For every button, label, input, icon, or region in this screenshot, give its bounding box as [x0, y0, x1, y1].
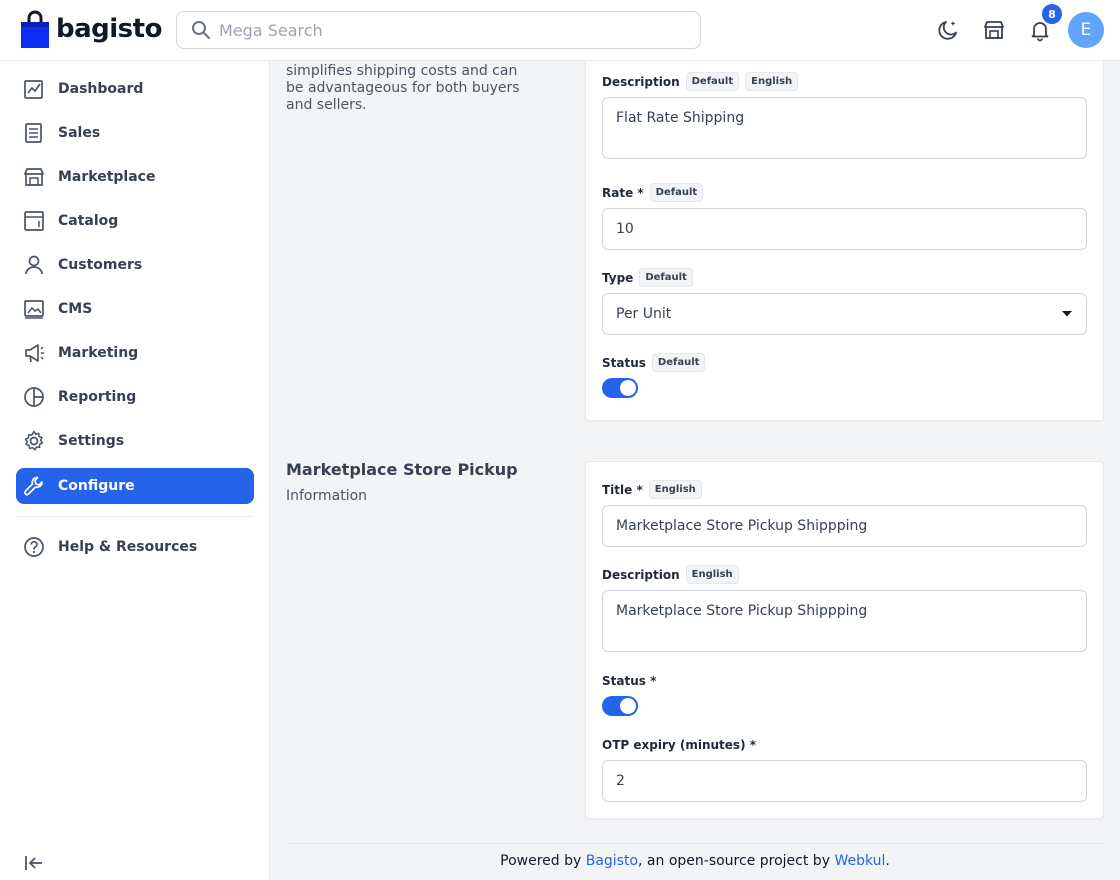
english-tag: English	[648, 480, 702, 499]
otp-expiry-input[interactable]: 2	[602, 760, 1087, 802]
sidebar-item-configure[interactable]: Configure	[16, 468, 254, 504]
sidebar-item-help[interactable]: Help & Resources	[16, 529, 254, 565]
sidebar-item-label: Catalog	[58, 213, 119, 229]
sidebar-item-label: Dashboard	[58, 81, 144, 97]
sidebar-item-marketplace[interactable]: Marketplace	[16, 159, 254, 195]
rate-input[interactable]: 10	[602, 208, 1087, 250]
notification-count-badge: 8	[1042, 4, 1062, 24]
user-avatar[interactable]: E	[1068, 12, 1104, 48]
dashboard-icon	[22, 77, 46, 101]
sidebar-item-sales[interactable]: Sales	[16, 115, 254, 151]
footer: Powered by Bagisto, an open-source proje…	[286, 853, 1104, 869]
description-label-text: Description	[602, 74, 680, 89]
user-icon	[22, 253, 46, 277]
description-label-text: Description	[602, 567, 680, 582]
english-tag: English	[685, 565, 739, 584]
storefront-icon[interactable]	[982, 18, 1006, 42]
otp-expiry-label: OTP expiry (minutes) *	[602, 738, 756, 752]
collapse-sidebar-icon[interactable]	[22, 851, 46, 875]
toggle-knob	[620, 380, 636, 396]
type-select-value: Per Unit	[616, 306, 672, 322]
sales-icon	[22, 121, 46, 145]
sidebar-item-label: Configure	[58, 478, 135, 494]
sidebar-item-label: CMS	[58, 301, 93, 317]
megaphone-icon	[22, 341, 46, 365]
top-header: bagisto 8 E	[0, 0, 1120, 61]
title-label: Title * English	[602, 480, 702, 499]
rate-label: Rate * Default	[602, 183, 704, 202]
sidebar-item-label: Customers	[58, 257, 143, 273]
store-icon	[22, 165, 46, 189]
store-pickup-status-toggle[interactable]	[602, 696, 638, 716]
toggle-knob	[620, 698, 636, 714]
status-label: Status *	[602, 674, 656, 688]
default-tag: Default	[649, 183, 704, 202]
dark-mode-icon[interactable]	[936, 18, 960, 42]
search-input[interactable]	[219, 20, 679, 40]
search-icon	[192, 21, 210, 39]
bagisto-logo[interactable]: bagisto	[20, 10, 162, 48]
mega-search-box[interactable]	[176, 11, 701, 49]
store-pickup-section-subtitle: Information	[286, 488, 368, 504]
sidebar: Dashboard Sales Marketplace Catalog Cust…	[0, 61, 270, 880]
type-select[interactable]: Per Unit	[602, 293, 1087, 335]
default-tag: Default	[685, 72, 740, 91]
logo-text: bagisto	[56, 14, 162, 44]
status-label: Status Default	[602, 353, 706, 372]
webkul-link[interactable]: Webkul	[834, 853, 885, 869]
status-label-text: Status	[602, 355, 646, 370]
flat-rate-description-textarea[interactable]: Flat Rate Shipping	[602, 97, 1087, 159]
footer-prefix: Powered by	[500, 853, 586, 869]
default-tag: Default	[639, 268, 693, 287]
help-icon	[22, 535, 46, 559]
shopping-bag-icon	[20, 10, 50, 48]
sidebar-item-customers[interactable]: Customers	[16, 247, 254, 283]
description-label: Description Default English	[602, 72, 799, 91]
pie-chart-icon	[22, 385, 46, 409]
sidebar-divider	[16, 516, 254, 517]
sidebar-item-label: Settings	[58, 433, 125, 449]
sidebar-item-settings[interactable]: Settings	[16, 423, 254, 459]
sidebar-item-dashboard[interactable]: Dashboard	[16, 71, 254, 107]
sidebar-item-label: Marketplace	[58, 169, 156, 185]
sidebar-item-label: Marketing	[58, 345, 139, 361]
gear-icon	[22, 429, 46, 453]
wrench-icon	[22, 474, 46, 498]
type-label: Type Default	[602, 268, 693, 287]
flat-rate-status-toggle[interactable]	[602, 378, 638, 398]
description-label: Description English	[602, 565, 739, 584]
default-tag: Default	[651, 353, 706, 372]
type-label-text: Type	[602, 270, 634, 285]
bagisto-link[interactable]: Bagisto	[586, 853, 638, 869]
cms-icon	[22, 297, 46, 321]
store-pickup-section-title: Marketplace Store Pickup	[286, 460, 518, 479]
sidebar-item-reporting[interactable]: Reporting	[16, 379, 254, 415]
store-pickup-title-input[interactable]: Marketplace Store Pickup Shippping	[602, 505, 1087, 547]
catalog-icon	[22, 209, 46, 233]
footer-middle: , an open-source project by	[638, 853, 835, 869]
footer-divider	[286, 843, 1104, 844]
status-label-text: Status *	[602, 674, 657, 688]
sidebar-item-label: Reporting	[58, 389, 137, 405]
title-label-text: Title *	[602, 482, 643, 497]
store-pickup-description-textarea[interactable]: Marketplace Store Pickup Shippping	[602, 590, 1087, 652]
footer-suffix: .	[885, 853, 890, 869]
caret-down-icon	[1062, 311, 1072, 317]
sidebar-item-label: Help & Resources	[58, 539, 198, 555]
sidebar-item-marketing[interactable]: Marketing	[16, 335, 254, 371]
flat-rate-description-text: simplifies shipping costs and can be adv…	[286, 63, 520, 113]
sidebar-item-label: Sales	[58, 125, 101, 141]
rate-label-text: Rate *	[602, 185, 644, 200]
sidebar-item-cms[interactable]: CMS	[16, 291, 254, 327]
sidebar-item-catalog[interactable]: Catalog	[16, 203, 254, 239]
otp-expiry-label-text: OTP expiry (minutes) *	[602, 738, 757, 752]
english-tag: English	[745, 72, 799, 91]
